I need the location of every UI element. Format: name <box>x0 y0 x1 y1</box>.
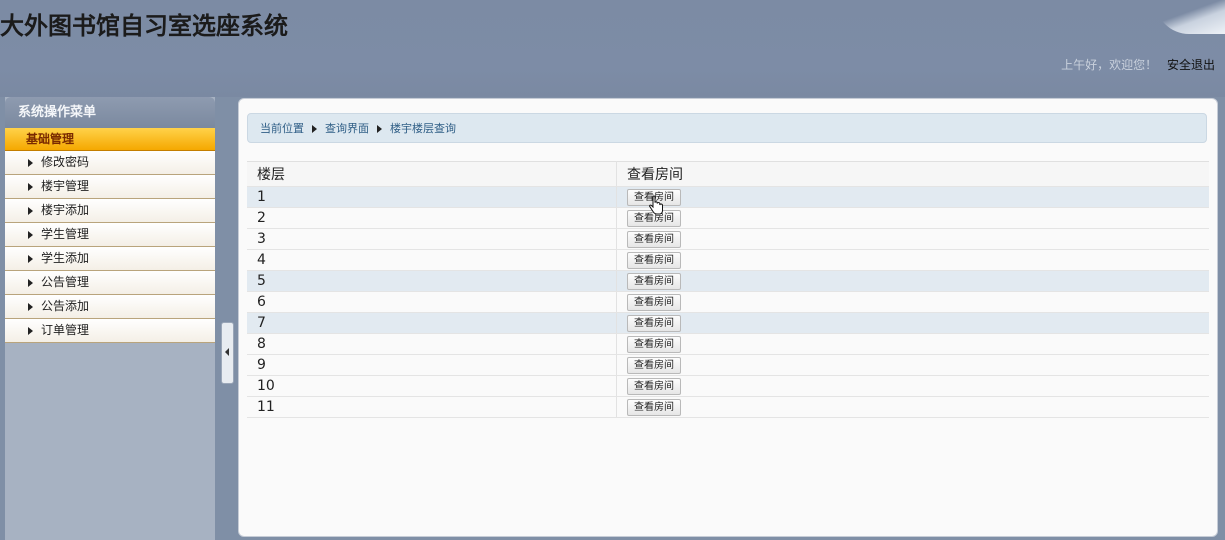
breadcrumb-item: 查询界面 <box>325 122 369 135</box>
view-rooms-button[interactable]: 查看房间 <box>627 377 681 395</box>
table-header-row: 楼层 查看房间 <box>247 161 1209 187</box>
floor-cell: 5 <box>247 270 617 292</box>
triangle-right-icon <box>28 182 33 191</box>
action-cell: 查看房间 <box>616 186 1209 208</box>
column-header-view-rooms: 查看房间 <box>616 161 1209 187</box>
table-row: 3 查看房间 <box>247 228 1209 250</box>
floor-cell: 7 <box>247 312 617 334</box>
view-rooms-button[interactable]: 查看房间 <box>627 209 681 227</box>
table-row: 11 查看房间 <box>247 396 1209 418</box>
triangle-right-icon <box>312 125 317 133</box>
view-rooms-button[interactable]: 查看房间 <box>627 356 681 374</box>
breadcrumb: 当前位置 查询界面 楼宇楼层查询 <box>247 113 1207 143</box>
table-row: 7 查看房间 <box>247 312 1209 334</box>
table-row: 10 查看房间 <box>247 375 1209 397</box>
floor-cell: 3 <box>247 228 617 250</box>
column-header-floor: 楼层 <box>247 161 617 187</box>
sidebar-item-label: 学生添加 <box>41 251 90 265</box>
table-row: 6 查看房间 <box>247 291 1209 313</box>
table-row: 9 查看房间 <box>247 354 1209 376</box>
menu-group-basic-management[interactable]: 基础管理 <box>5 128 215 151</box>
sidebar-collapse-handle[interactable] <box>221 322 234 384</box>
sidebar-item-label: 楼宇管理 <box>41 179 90 193</box>
view-rooms-button[interactable]: 查看房间 <box>627 230 681 248</box>
breadcrumb-item: 楼宇楼层查询 <box>390 122 456 135</box>
action-cell: 查看房间 <box>616 375 1209 397</box>
view-rooms-button[interactable]: 查看房间 <box>627 188 681 206</box>
breadcrumb-item: 当前位置 <box>260 122 304 135</box>
view-rooms-button[interactable]: 查看房间 <box>627 335 681 353</box>
sidebar-item-order-management[interactable]: 订单管理 <box>5 319 215 343</box>
floor-cell: 2 <box>247 207 617 229</box>
floor-cell: 11 <box>247 396 617 418</box>
action-cell: 查看房间 <box>616 207 1209 229</box>
header-user-area: 上午好，欢迎您！ 安全退出 <box>1061 56 1215 73</box>
table-row: 5 查看房间 <box>247 270 1209 292</box>
action-cell: 查看房间 <box>616 396 1209 418</box>
sidebar-item-student-add[interactable]: 学生添加 <box>5 247 215 271</box>
logout-link[interactable]: 安全退出 <box>1167 58 1215 72</box>
main-panel: 当前位置 查询界面 楼宇楼层查询 楼层 查看房间 1 查看房间 2 查看房间 3 查看房间… <box>238 98 1218 537</box>
sidebar-item-notice-management[interactable]: 公告管理 <box>5 271 215 295</box>
table-row: 1 查看房间 <box>247 186 1209 208</box>
triangle-right-icon <box>28 230 33 239</box>
action-cell: 查看房间 <box>616 249 1209 271</box>
header-bar: 大外图书馆自习室选座系统 上午好，欢迎您！ 安全退出 <box>0 0 1225 97</box>
greeting-text: 上午好，欢迎您！ <box>1061 58 1158 72</box>
action-cell: 查看房间 <box>616 312 1209 334</box>
action-cell: 查看房间 <box>616 354 1209 376</box>
sidebar-item-label: 公告添加 <box>41 299 90 313</box>
table-row: 8 查看房间 <box>247 333 1209 355</box>
triangle-right-icon <box>28 326 33 335</box>
sidebar-item-label: 修改密码 <box>41 155 90 169</box>
triangle-right-icon <box>28 302 33 311</box>
action-cell: 查看房间 <box>616 270 1209 292</box>
action-cell: 查看房间 <box>616 291 1209 313</box>
view-rooms-button[interactable]: 查看房间 <box>627 251 681 269</box>
sidebar-item-label: 公告管理 <box>41 275 90 289</box>
triangle-right-icon <box>28 206 33 215</box>
action-cell: 查看房间 <box>616 228 1209 250</box>
sidebar-item-label: 楼宇添加 <box>41 203 90 217</box>
view-rooms-button[interactable]: 查看房间 <box>627 293 681 311</box>
triangle-right-icon <box>28 254 33 263</box>
sidebar-title: 系统操作菜单 <box>5 97 215 128</box>
floor-cell: 4 <box>247 249 617 271</box>
triangle-right-icon <box>377 125 382 133</box>
view-rooms-button[interactable]: 查看房间 <box>627 314 681 332</box>
floor-cell: 8 <box>247 333 617 355</box>
floor-cell: 6 <box>247 291 617 313</box>
header-corner-decoration <box>1155 0 1225 34</box>
table-row: 2 查看房间 <box>247 207 1209 229</box>
floor-cell: 9 <box>247 354 617 376</box>
sidebar-item-change-password[interactable]: 修改密码 <box>5 151 215 175</box>
sidebar: 系统操作菜单 基础管理 修改密码 楼宇管理 楼宇添加 学生管理 学生添加 公告管… <box>5 97 215 540</box>
sidebar-item-building-management[interactable]: 楼宇管理 <box>5 175 215 199</box>
triangle-right-icon <box>28 278 33 287</box>
chevron-left-icon <box>225 348 229 356</box>
sidebar-item-label: 学生管理 <box>41 227 90 241</box>
view-rooms-button[interactable]: 查看房间 <box>627 272 681 290</box>
sidebar-item-building-add[interactable]: 楼宇添加 <box>5 199 215 223</box>
app-title: 大外图书馆自习室选座系统 <box>0 12 288 40</box>
sidebar-item-label: 订单管理 <box>41 323 90 337</box>
triangle-right-icon <box>28 158 33 167</box>
action-cell: 查看房间 <box>616 333 1209 355</box>
sidebar-item-student-management[interactable]: 学生管理 <box>5 223 215 247</box>
floor-table: 楼层 查看房间 1 查看房间 2 查看房间 3 查看房间 4 查看房间 5 查看房间 6查… <box>247 161 1209 418</box>
sidebar-item-notice-add[interactable]: 公告添加 <box>5 295 215 319</box>
view-rooms-button[interactable]: 查看房间 <box>627 398 681 416</box>
table-row: 4 查看房间 <box>247 249 1209 271</box>
floor-cell: 10 <box>247 375 617 397</box>
floor-cell: 1 <box>247 186 617 208</box>
